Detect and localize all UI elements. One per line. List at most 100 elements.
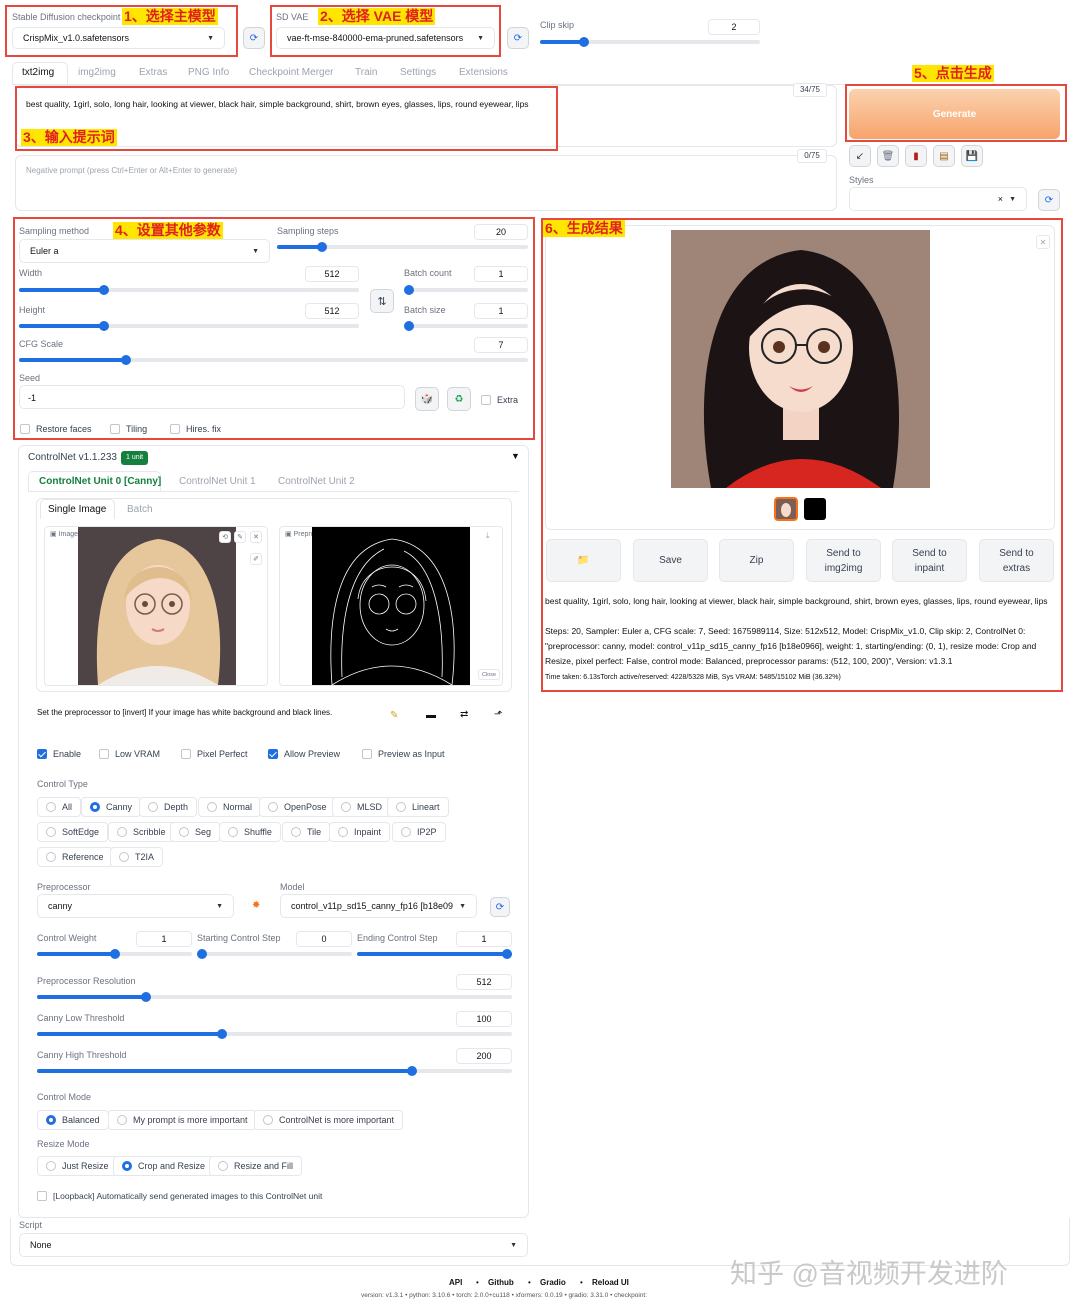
extra-networks-button[interactable]: ▮ <box>905 145 927 167</box>
clear-prompt-button[interactable]: 🗑 <box>877 145 899 167</box>
negative-prompt-box[interactable]: Negative prompt (press Ctrl+Enter or Alt… <box>15 155 837 211</box>
tab-controlnet-unit-2[interactable]: ControlNet Unit 2 <box>278 476 355 487</box>
footer-link-github[interactable]: Github <box>488 1278 514 1287</box>
tab-checkpoint-merger[interactable]: Checkpoint Merger <box>249 67 333 78</box>
restore-faces-checkbox[interactable]: Restore faces <box>20 424 92 434</box>
control-type-all[interactable]: All <box>37 797 82 817</box>
resize-mode-2[interactable]: Resize and Fill <box>209 1156 303 1176</box>
extra-checkbox[interactable]: Extra <box>481 395 518 405</box>
end-step-input[interactable]: 1 <box>456 931 512 947</box>
refresh-checkpoint-button[interactable]: ⟳ <box>243 27 265 49</box>
control-type-mlsd[interactable]: MLSD <box>332 797 392 817</box>
download-icon[interactable]: ⤓ <box>486 531 490 541</box>
webcam-icon[interactable]: ▬ <box>426 710 436 721</box>
styles-clear[interactable]: × <box>998 194 1003 204</box>
control-mode-0[interactable]: Balanced <box>37 1110 109 1130</box>
control-type-seg[interactable]: Seg <box>170 822 221 842</box>
slider-knob[interactable] <box>197 949 207 959</box>
footer-link-api[interactable]: API <box>449 1278 462 1287</box>
checkbox-box[interactable] <box>181 749 191 759</box>
tiling-checkbox[interactable]: Tiling <box>110 424 147 434</box>
control-type-depth[interactable]: Depth <box>139 797 198 817</box>
batch-count-input[interactable]: 1 <box>474 266 528 282</box>
radio-circle[interactable] <box>46 802 56 812</box>
tab-single-image[interactable]: Single Image <box>48 504 106 515</box>
control-type-softedge[interactable]: SoftEdge <box>37 822 109 842</box>
refresh-models-button[interactable]: ⟳ <box>490 897 510 917</box>
tab-controlnet-unit-1[interactable]: ControlNet Unit 1 <box>179 476 256 487</box>
swap-dimensions-button[interactable]: ⇅ <box>370 289 394 313</box>
control-mode-2[interactable]: ControlNet is more important <box>254 1110 404 1130</box>
radio-circle[interactable] <box>122 1161 132 1171</box>
slider-knob[interactable] <box>579 37 589 47</box>
option-allow-preview[interactable]: Allow Preview <box>268 749 340 759</box>
resize-mode-1[interactable]: Crop and Resize <box>113 1156 215 1176</box>
camera-icon[interactable]: ⟲ <box>219 531 231 543</box>
radio-circle[interactable] <box>117 827 127 837</box>
radio-circle[interactable] <box>119 852 129 862</box>
slider-knob[interactable] <box>99 285 109 295</box>
tab-extras[interactable]: Extras <box>139 67 167 78</box>
radio-circle[interactable] <box>90 802 100 812</box>
control-type-lineart[interactable]: Lineart <box>387 797 449 817</box>
control-type-canny[interactable]: Canny <box>81 797 142 817</box>
hires-fix-checkbox[interactable]: Hires. fix <box>170 424 221 434</box>
start-step-slider[interactable] <box>197 949 352 959</box>
model-select[interactable]: control_v11p_sd15_canny_fp16 [b18e09€ ▼ <box>280 894 477 918</box>
radio-circle[interactable] <box>401 827 411 837</box>
radio-circle[interactable] <box>268 802 278 812</box>
radio-circle[interactable] <box>338 827 348 837</box>
new-canvas-icon[interactable]: ✎ <box>390 710 398 721</box>
slider-knob[interactable] <box>404 285 414 295</box>
option-enable[interactable]: Enable <box>37 749 81 759</box>
preprocessor-resolution-input[interactable]: 512 <box>456 974 512 990</box>
vae-select[interactable]: vae-ft-mse-840000-ema-pruned.safetensors… <box>276 27 495 49</box>
radio-circle[interactable] <box>207 802 217 812</box>
radio-circle[interactable] <box>218 1161 228 1171</box>
loopback-checkbox[interactable]: [Loopback] Automatically send generated … <box>37 1191 322 1201</box>
send-dimensions-icon[interactable]: ⬏ <box>494 709 502 720</box>
close-icon[interactable]: ✕ <box>250 531 262 543</box>
height-input[interactable]: 512 <box>305 303 359 319</box>
radio-circle[interactable] <box>46 1161 56 1171</box>
save-style-button[interactable]: 💾 <box>961 145 983 167</box>
output-button-save[interactable]: Save <box>633 539 708 582</box>
clip-skip-input[interactable]: 2 <box>708 19 760 35</box>
checkbox-box[interactable] <box>268 749 278 759</box>
checkbox-box[interactable] <box>99 749 109 759</box>
width-input[interactable]: 512 <box>305 266 359 282</box>
control-type-scribble[interactable]: Scribble <box>108 822 175 842</box>
control-type-reference[interactable]: Reference <box>37 847 113 867</box>
radio-circle[interactable] <box>228 827 238 837</box>
canny-high-input[interactable]: 200 <box>456 1048 512 1064</box>
slider-knob[interactable] <box>109 949 120 959</box>
random-seed-button[interactable]: 🎲 <box>415 387 439 411</box>
mirror-icon[interactable]: ⇄ <box>460 709 468 720</box>
radio-circle[interactable] <box>263 1115 273 1125</box>
checkbox-box[interactable] <box>37 749 47 759</box>
batch-count-slider[interactable] <box>404 285 528 295</box>
radio-circle[interactable] <box>396 802 406 812</box>
slider-knob[interactable] <box>99 321 109 331</box>
slider-knob[interactable] <box>120 355 131 365</box>
apply-style-button[interactable]: ▤ <box>933 145 955 167</box>
close-preview-button[interactable]: Close <box>478 669 500 680</box>
tab-img2img[interactable]: img2img <box>78 67 116 78</box>
control-type-shuffle[interactable]: Shuffle <box>219 822 281 842</box>
radio-circle[interactable] <box>148 802 158 812</box>
open-folder-button[interactable]: 📁 <box>546 539 621 582</box>
start-step-input[interactable]: 0 <box>296 931 352 947</box>
thumbnail-canny[interactable] <box>804 498 826 520</box>
option-low-vram[interactable]: Low VRAM <box>99 749 160 759</box>
run-preprocessor-icon[interactable]: ✸ <box>252 900 260 911</box>
tab-batch[interactable]: Batch <box>127 504 153 515</box>
checkbox-box[interactable] <box>20 424 30 434</box>
edit-icon[interactable]: ✎ <box>234 531 246 543</box>
option-pixel-perfect[interactable]: Pixel Perfect <box>181 749 248 759</box>
resize-mode-0[interactable]: Just Resize <box>37 1156 118 1176</box>
canny-high-slider[interactable] <box>37 1066 512 1076</box>
seed-input[interactable]: -1 <box>19 385 405 409</box>
radio-circle[interactable] <box>341 802 351 812</box>
sampling-method-select[interactable]: Euler a ▼ <box>19 239 270 263</box>
thumbnail-result[interactable] <box>774 497 798 521</box>
